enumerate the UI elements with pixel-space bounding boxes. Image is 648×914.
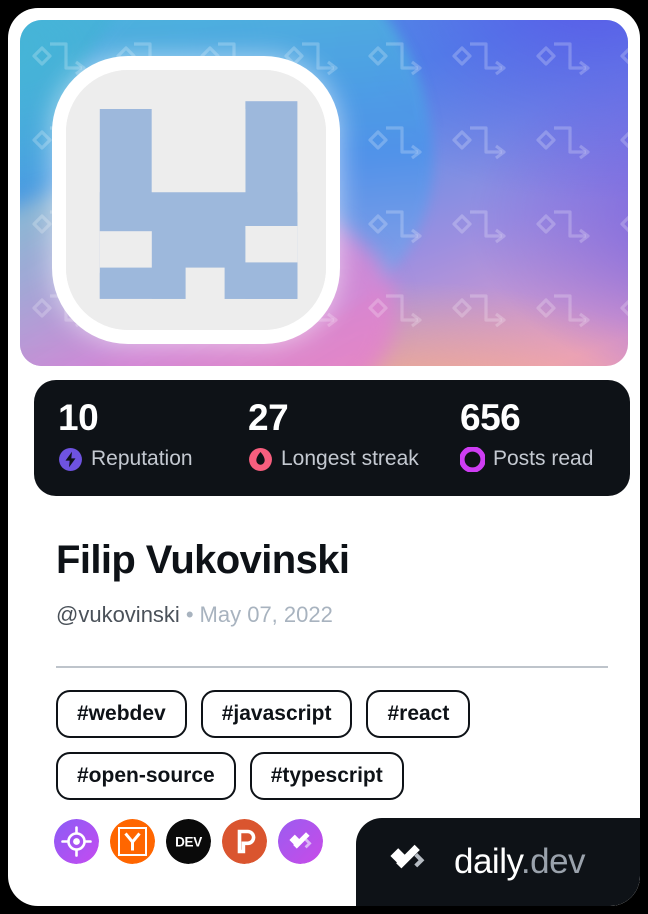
avatar-image: [66, 70, 326, 330]
cover-image: [20, 20, 628, 366]
profile-joined-date: May 07, 2022: [199, 602, 333, 627]
profile-name: Filip Vukovinski: [56, 538, 350, 582]
dev-card: 10 Reputation 27 Longest streak 656 Post…: [8, 8, 640, 906]
roadmap-source-icon[interactable]: [54, 819, 99, 864]
tag-item[interactable]: #javascript: [200, 690, 353, 738]
tag-item[interactable]: #webdev: [56, 690, 187, 738]
stat-value: 656: [460, 397, 521, 438]
flame-icon: [249, 447, 272, 471]
tag-item[interactable]: #typescript: [249, 752, 404, 800]
svg-text:DEV: DEV: [175, 835, 202, 850]
brand-name: daily: [454, 842, 521, 881]
bolt-icon: [59, 447, 82, 471]
tag-item[interactable]: #react: [366, 690, 471, 738]
stats-bar: 10 Reputation 27 Longest streak 656 Post…: [34, 380, 630, 496]
devto-source-icon[interactable]: DEV: [166, 819, 211, 864]
stat-label: Reputation: [91, 447, 193, 470]
stat-value: 27: [248, 397, 289, 438]
stat-value: 10: [58, 397, 99, 438]
dailydev-source-icon[interactable]: [278, 819, 323, 864]
stat-reputation: 10 Reputation: [58, 394, 248, 496]
hackernews-source-icon[interactable]: [110, 819, 155, 864]
stat-longest-streak: 27 Longest streak: [248, 394, 460, 496]
separator-dot: •: [185, 602, 194, 627]
brand-tld: .dev: [520, 842, 586, 881]
profile-subline: @vukovinski • May 07, 2022: [56, 600, 333, 630]
producthunt-source-icon[interactable]: [222, 819, 267, 864]
daily-dev-logo: [390, 844, 425, 869]
tag-list: #webdev #javascript #react #open-source …: [56, 690, 612, 800]
stat-label: Longest streak: [281, 447, 419, 470]
tag-item[interactable]: #open-source: [56, 752, 236, 800]
avatar: [52, 56, 340, 344]
divider: [56, 666, 608, 668]
profile-handle: @vukovinski: [56, 602, 180, 627]
daily-dev-badge: daily.dev: [356, 818, 640, 906]
stat-posts-read: 656 Posts read: [460, 394, 593, 496]
pixel-avatar-icon: [66, 70, 326, 330]
stat-label: Posts read: [493, 447, 594, 470]
ring-icon: [460, 446, 485, 472]
brand-wordmark: daily.dev: [454, 842, 586, 882]
source-list: DEV: [54, 819, 323, 864]
